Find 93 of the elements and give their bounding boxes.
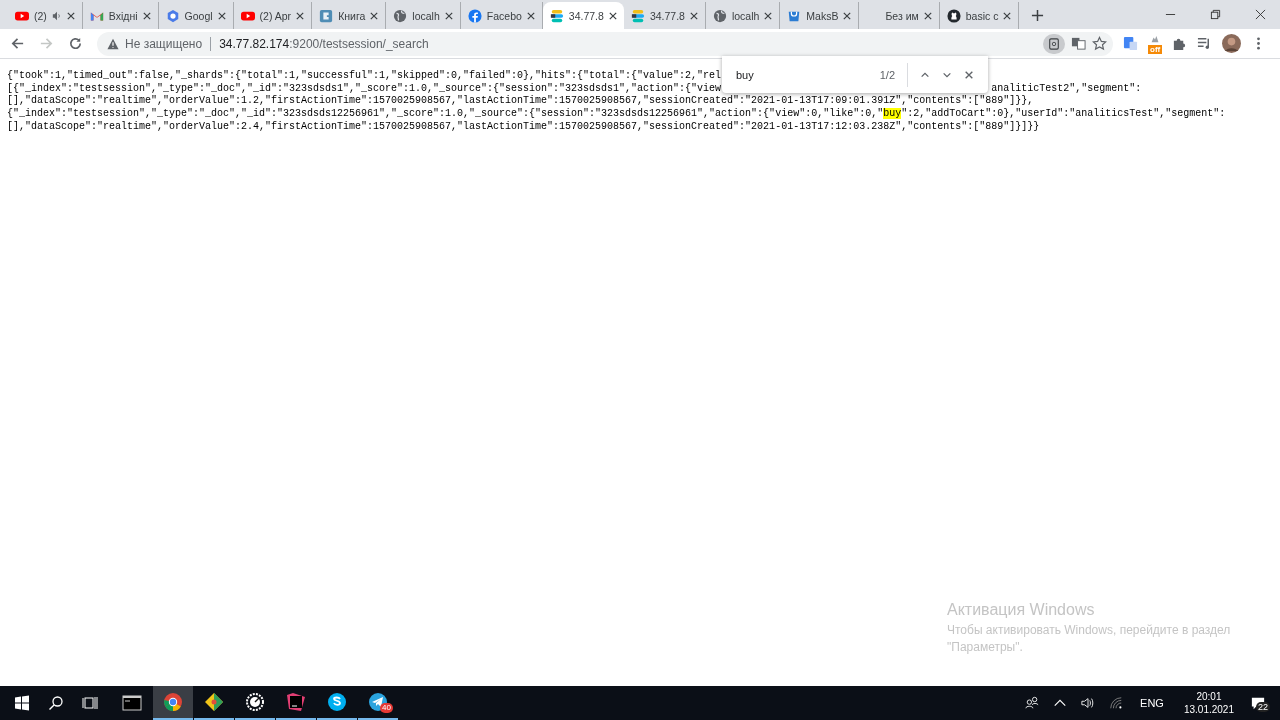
- tab-title: MaksB: [806, 9, 839, 22]
- facebook-icon: [467, 8, 482, 23]
- browser-tab[interactable]: basic c: [939, 2, 1020, 29]
- close-tab-icon[interactable]: [689, 11, 698, 20]
- globe-icon: [712, 8, 727, 23]
- close-icon[interactable]: [1255, 9, 1266, 20]
- gauge-icon: [245, 692, 265, 712]
- json-text: analiticTest2","segment":: [990, 82, 1142, 94]
- terminal-window-icon: [122, 693, 142, 713]
- json-text: [{"_index":"testsession","_type":"_doc","_id":"323sdsds1","_score":1.0,"_source":{"session":"323sdsds1","action":{"view: [7, 82, 722, 94]
- close-tab-icon[interactable]: [217, 11, 226, 20]
- browser-tab[interactable]: Вхідні: [82, 2, 159, 29]
- tab-title: 34.77.8: [649, 9, 685, 22]
- restore-icon[interactable]: [1210, 9, 1221, 20]
- hexagon-icon: [165, 8, 180, 23]
- close-tab-icon[interactable]: [66, 11, 75, 20]
- browser-tab[interactable]: (2): [8, 2, 83, 29]
- tab-title: Вхідні: [108, 9, 138, 22]
- tab-title: (2): [34, 9, 47, 22]
- people-icon[interactable]: [1025, 696, 1040, 710]
- wifi-icon[interactable]: [1109, 696, 1124, 710]
- browser-tab[interactable]: localh: [386, 2, 461, 29]
- windows-start-icon[interactable]: [14, 695, 30, 711]
- close-tab-icon[interactable]: [843, 11, 852, 20]
- close-tab-icon[interactable]: [142, 11, 151, 20]
- activation-title: Активация Windows: [947, 601, 1096, 619]
- url-text: 34.77.82.174:9200/testsession/_search: [219, 36, 429, 51]
- tab-title: Facebo: [486, 9, 522, 22]
- elastic-logo-icon: [549, 8, 564, 23]
- extension-badge: off: [1148, 44, 1163, 54]
- close-tab-icon[interactable]: [608, 11, 617, 20]
- browser-tab[interactable]: Без им: [859, 2, 940, 29]
- browser-tab[interactable]: Googl: [158, 2, 234, 29]
- browser-tab[interactable]: Facebo: [460, 2, 543, 29]
- speaker-icon[interactable]: [1081, 696, 1096, 710]
- browser-tab[interactable]: localh: [705, 2, 781, 29]
- close-tab-icon[interactable]: [526, 11, 535, 20]
- match-count: 1/2: [879, 68, 895, 81]
- browser-tab[interactable]: 34.77.8: [542, 2, 624, 29]
- close-tab-icon[interactable]: [370, 11, 379, 20]
- ide-icon: [286, 692, 306, 712]
- close-tab-icon[interactable]: [764, 11, 773, 20]
- json-text: [],"dataScope":"realtime","orderValue":2.4,"firstActionTime":1570025908567,"lastActionTime":1570025908567,"sessionCreated":"2021-01-13T17:12:03.238Z","contents":["889"]}]}}: [7, 120, 1040, 132]
- clock-time[interactable]: 20:01: [1196, 690, 1222, 703]
- notification-count: 22: [1256, 702, 1270, 712]
- close-tab-icon[interactable]: [444, 11, 453, 20]
- find-input-field[interactable]: buy: [736, 68, 868, 81]
- activation-text: Чтобы активировать Windows, перейдите в раздел "Параметры".: [947, 622, 1232, 656]
- warning-icon: [107, 37, 119, 50]
- json-text: ":2,"addToCart":0},"userId":"analiticsTest","segment":: [901, 108, 1226, 120]
- close-icon[interactable]: [964, 69, 974, 80]
- find-in-page-icon[interactable]: [1043, 33, 1065, 54]
- diamond-icon: [204, 692, 224, 712]
- search-match: buy: [883, 108, 902, 120]
- globe-icon: [393, 8, 408, 23]
- json-text: [],"dataScope":"realtime","orderValue":1.2,"firstActionTime":1570025908567,"lastActionTime":1570025908567,"sessionCreated":"2021-01-13T17:09:01.391Z","contents":["889"]}},: [7, 95, 1034, 107]
- search-icon[interactable]: [48, 695, 64, 711]
- translate-icon[interactable]: [1071, 36, 1086, 51]
- star-icon[interactable]: [1092, 36, 1107, 51]
- task-view-icon[interactable]: [82, 695, 98, 711]
- browser-tab[interactable]: (2) Apr: [233, 2, 313, 29]
- tab-title: basic c: [965, 9, 999, 22]
- browser-tab[interactable]: MaksB: [780, 2, 860, 29]
- skype-icon: [327, 692, 347, 712]
- tab-title: Без им: [885, 9, 919, 22]
- reload-icon[interactable]: [68, 36, 83, 51]
- close-tab-icon[interactable]: [1003, 11, 1012, 20]
- back-arrow-icon[interactable]: [10, 36, 25, 51]
- taskbar-app[interactable]: 40: [358, 686, 398, 720]
- tab-title: localh: [412, 9, 440, 22]
- browser-tab[interactable]: 34.77.8: [623, 2, 706, 29]
- tab-title: (2) Apr: [259, 9, 292, 22]
- language-indicator[interactable]: ENG: [1140, 697, 1164, 709]
- tab-title: Книга: [338, 9, 366, 22]
- unread-badge: 40: [380, 703, 393, 713]
- browser-tab[interactable]: Книга: [312, 2, 387, 29]
- address-bar[interactable]: Не защищено 34.77.82.174:9200/testsession/_search: [97, 31, 1113, 56]
- json-text: {"took":1,"timed_out":false,"_shards":{"total":1,"successful":1,"skipped":0,"failed":0},"hits":{"total":{"value":2,"rel: [7, 70, 722, 81]
- tab-title: 34.77.8: [568, 9, 604, 22]
- clock-date[interactable]: 13.01.2021: [1183, 703, 1234, 716]
- close-tab-icon[interactable]: [923, 11, 932, 20]
- elastic-logo-icon: [630, 8, 645, 23]
- close-tab-icon[interactable]: [296, 11, 305, 20]
- taskbar-app[interactable]: [153, 686, 193, 720]
- chrome-icon: [163, 692, 183, 712]
- profile-avatar-icon[interactable]: [1222, 34, 1242, 53]
- new-tab-icon[interactable]: [1031, 9, 1045, 22]
- security-label: Не защищено: [125, 36, 203, 51]
- tab-title: localh: [731, 9, 760, 22]
- json-text: {"_index":"testsession","_type":"_doc","_id":"323sdsds12256961","_score":1.0,"_source":{"session":"323sdsds12256961","action":{"view":0,"like":0,": [7, 108, 884, 120]
- puzzle-piece-icon[interactable]: [1172, 36, 1188, 51]
- translate-extension-icon[interactable]: [1123, 36, 1138, 51]
- tab-title: Googl: [184, 9, 213, 22]
